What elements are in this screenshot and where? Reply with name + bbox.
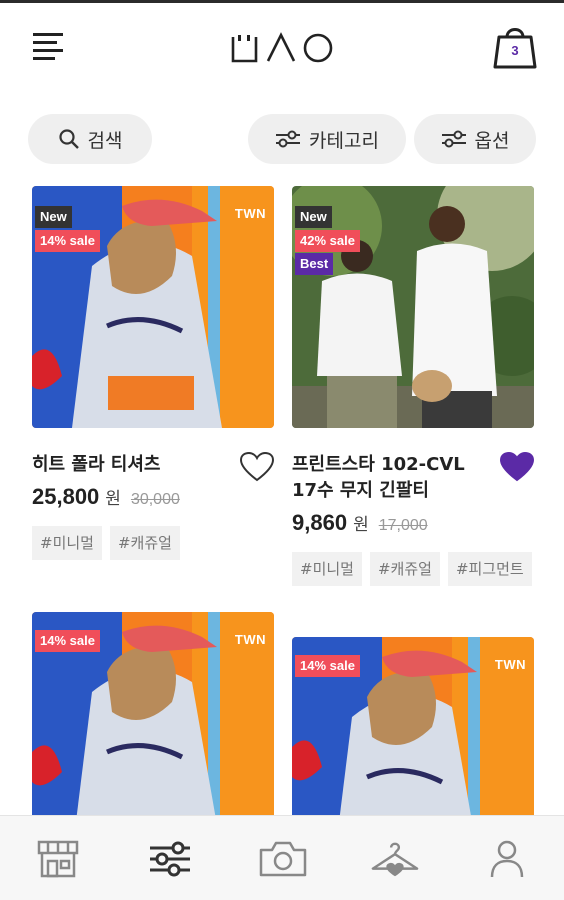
sliders-icon (276, 130, 301, 148)
store-icon (37, 840, 79, 878)
search-button[interactable]: 검색 (28, 114, 152, 164)
tag-chip[interactable]: #캐쥬얼 (369, 552, 440, 586)
option-button[interactable]: 옵션 (414, 114, 536, 164)
price-row: 25,800 원 30,000 (32, 484, 274, 510)
heart-outline-icon[interactable] (239, 451, 275, 486)
filter-sliders-icon (150, 841, 190, 877)
search-icon (58, 129, 79, 149)
user-icon (490, 840, 524, 878)
product-name-line: 프린트스타 102-CVL (292, 454, 465, 475)
price-row: 9,860 원 17,000 (292, 510, 534, 536)
currency-label: 원 (353, 515, 369, 535)
nav-wishlist[interactable] (370, 836, 420, 882)
product-name[interactable]: 히트 폴라 티셔츠 (32, 452, 274, 478)
sale-badge: 14% sale (35, 230, 100, 252)
sliders-icon (441, 130, 466, 148)
nav-filter[interactable] (145, 836, 195, 882)
product-price: 25,800 (32, 484, 100, 509)
product-image[interactable]: New 14% sale TWN (32, 186, 274, 428)
product-image[interactable]: New 42% sale Best (292, 186, 534, 428)
nav-store[interactable] (33, 836, 83, 882)
new-badge: New (35, 206, 72, 228)
brand-mark: TWN (234, 206, 266, 221)
product-card[interactable]: New 42% sale Best 프린트스타 102-CVL 17수 무지 긴… (292, 186, 534, 586)
product-name-line: 17수 무지 긴팔티 (292, 480, 429, 501)
heart-filled-icon[interactable] (499, 451, 535, 486)
tag-list: #미니멀 #캐쥬얼 #피그먼트 (292, 552, 534, 586)
category-button[interactable]: 카테고리 (248, 114, 406, 164)
shopping-bag-button[interactable]: 3 (492, 23, 538, 71)
app-header: 3 (0, 3, 564, 88)
original-price: 17,000 (378, 517, 428, 534)
category-label: 카테고리 (309, 129, 379, 152)
nav-camera[interactable] (258, 836, 308, 882)
tag-list: #미니멀 #캐쥬얼 (32, 526, 274, 560)
brand-mark: TWN (494, 657, 526, 672)
sale-badge: 14% sale (35, 630, 100, 652)
tag-chip[interactable]: #피그먼트 (447, 552, 532, 586)
search-label: 검색 (87, 129, 123, 152)
cart-count-badge: 3 (511, 43, 519, 58)
tag-chip[interactable]: #미니멀 (292, 552, 362, 586)
brand-logo[interactable] (228, 29, 338, 65)
camera-icon (259, 841, 307, 877)
sale-badge: 14% sale (295, 655, 360, 677)
option-label: 옵션 (474, 129, 510, 152)
menu-icon[interactable] (30, 29, 68, 63)
hanger-heart-icon (371, 842, 419, 877)
tag-chip[interactable]: #미니멀 (32, 526, 102, 560)
nav-profile[interactable] (482, 836, 532, 882)
new-badge: New (295, 206, 332, 228)
currency-label: 원 (105, 489, 121, 509)
best-badge: Best (295, 253, 334, 275)
tag-chip[interactable]: #캐쥬얼 (109, 526, 180, 560)
product-price: 9,860 (292, 510, 348, 535)
product-card[interactable]: New 14% sale TWN 히트 폴라 티셔츠 25,800 원 30,0… (32, 186, 274, 560)
bottom-nav (0, 815, 564, 900)
brand-mark: TWN (234, 632, 266, 647)
sale-badge: 42% sale (295, 230, 360, 252)
original-price: 30,000 (130, 491, 180, 508)
product-name[interactable]: 프린트스타 102-CVL 17수 무지 긴팔티 (292, 452, 534, 504)
